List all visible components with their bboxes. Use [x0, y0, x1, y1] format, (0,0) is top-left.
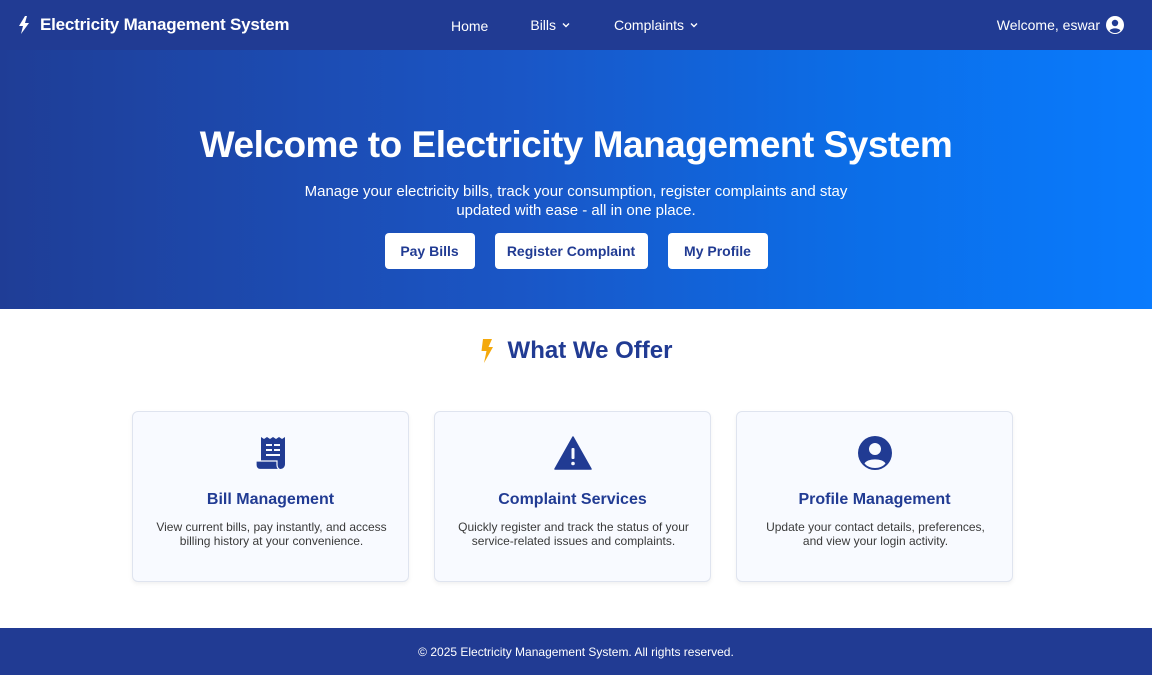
my-profile-button[interactable]: My Profile [667, 233, 768, 269]
hero-subtitle: Manage your electricity bills, track you… [304, 183, 848, 219]
card-title: Profile Management [798, 491, 951, 508]
card-description: Update your contact details, preferences… [766, 520, 985, 548]
welcome-text: Welcome, eswar [996, 17, 1100, 33]
hero-actions: Pay Bills Register Complaint My Profile [0, 233, 1152, 269]
profile-management-card: Profile Management Update your contact d… [736, 411, 1013, 582]
bill-management-card: Bill Management View current bills, pay … [132, 411, 409, 582]
card-description: View current bills, pay instantly, and a… [156, 520, 387, 548]
user-circle-icon [1106, 16, 1124, 34]
user-menu[interactable]: Welcome, eswar [997, 0, 1124, 50]
section-title: What We Offer [507, 337, 673, 364]
offer-heading: What We Offer [0, 337, 1152, 365]
card-description: Quickly register and track the status of… [458, 520, 689, 548]
nav-complaints-dropdown[interactable]: Complaints [614, 17, 698, 33]
page-footer: © 2025 Electricity Management System. Al… [0, 628, 1152, 675]
brand-link[interactable]: Electricity Management System [18, 0, 290, 50]
card-title: Complaint Services [498, 491, 647, 508]
nav-home-link[interactable]: Home [451, 18, 488, 34]
hero-title: Welcome to Electricity Management System [199, 124, 953, 165]
user-circle-icon [737, 436, 1012, 472]
complaint-services-card: Complaint Services Quickly register and … [434, 411, 711, 582]
nav-complaints-label: Complaints [614, 17, 685, 33]
register-complaint-button[interactable]: Register Complaint [494, 233, 648, 269]
hero-banner: Welcome to Electricity Management System… [0, 50, 1152, 309]
brand-title: Electricity Management System [40, 15, 290, 34]
nav-bills-label: Bills [530, 17, 557, 33]
nav-bills-dropdown[interactable]: Bills [530, 17, 570, 33]
bolt-icon [480, 339, 494, 363]
receipt-icon [133, 436, 408, 472]
pay-bills-button[interactable]: Pay Bills [384, 233, 475, 269]
nav-links: Home Bills Complaints [451, 0, 698, 50]
copyright-text: © 2025 Electricity Management System. Al… [418, 644, 734, 659]
bolt-icon [18, 16, 30, 34]
top-navbar: Electricity Management System Home Bills… [0, 0, 1152, 50]
warning-icon [435, 436, 710, 472]
chevron-down-icon [562, 21, 570, 29]
card-title: Bill Management [206, 491, 335, 508]
chevron-down-icon [690, 21, 698, 29]
